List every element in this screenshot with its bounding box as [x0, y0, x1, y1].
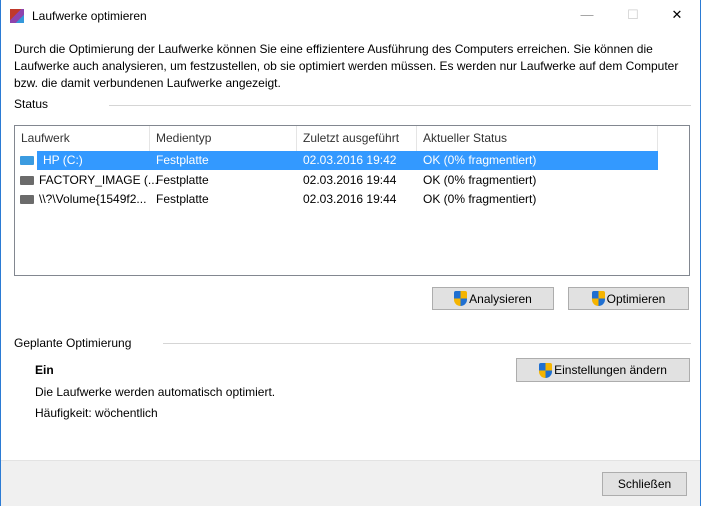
change-settings-button[interactable]: Einstellungen ändern — [516, 358, 690, 382]
drive-status: OK (0% fragmentiert) — [417, 151, 658, 170]
scheduled-section-label: Geplante Optimierung — [14, 336, 132, 350]
drive-name: HP (C:) — [37, 151, 150, 170]
description-text: Durch die Optimierung der Laufwerke könn… — [14, 42, 679, 90]
window-title: Laufwerke optimieren — [32, 9, 147, 23]
footer: Schließen — [1, 460, 700, 506]
last-run: 02.03.2016 19:44 — [303, 192, 397, 206]
schedule-info: Die Laufwerke werden automatisch optimie… — [35, 385, 276, 399]
drive-name: \\?\Volume{1549f2... — [39, 192, 147, 206]
column-header-last-run[interactable]: Zuletzt ausgeführt — [297, 126, 417, 151]
media-type: Festplatte — [156, 192, 209, 206]
defrag-app-icon — [10, 9, 24, 23]
media-type: Festplatte — [156, 172, 209, 187]
maximize-button[interactable]: ☐ — [610, 0, 656, 32]
analyze-button[interactable]: Analysieren — [432, 287, 554, 310]
drive-list[interactable]: Laufwerk Medientyp Zuletzt ausgeführt Ak… — [14, 125, 690, 276]
optimize-drives-window: Laufwerke optimieren — ☐ ✕ Durch die Opt… — [0, 0, 701, 506]
drive-icon — [20, 175, 34, 185]
column-header-drive[interactable]: Laufwerk — [15, 126, 150, 151]
column-header-media-type[interactable]: Medientyp — [150, 126, 297, 151]
column-header-current-status[interactable]: Aktueller Status — [417, 126, 658, 151]
close-window-button[interactable]: ✕ — [654, 0, 700, 32]
drive-icon — [20, 195, 34, 204]
last-run: 02.03.2016 19:42 — [297, 151, 417, 170]
uac-shield-icon — [539, 362, 553, 378]
media-type: Festplatte — [150, 151, 297, 170]
drive-status: OK (0% fragmentiert) — [423, 192, 537, 206]
uac-shield-icon — [591, 291, 605, 306]
table-row[interactable]: \\?\Volume{1549f2... Festplatte 02.03.20… — [15, 190, 658, 209]
uac-shield-icon — [454, 291, 468, 306]
status-section-label: Status — [14, 97, 49, 111]
status-divider — [109, 105, 691, 106]
last-run: 02.03.2016 19:44 — [303, 172, 397, 187]
drive-name: FACTORY_IMAGE (... — [39, 172, 158, 187]
title-bar: Laufwerke optimieren — ☐ ✕ — [1, 0, 700, 32]
schedule-frequency: Häufigkeit: wöchentlich — [35, 406, 158, 420]
drive-status: OK (0% fragmentiert) — [423, 172, 537, 187]
optimize-button[interactable]: Optimieren — [568, 287, 689, 310]
scheduled-divider — [163, 343, 691, 344]
table-row[interactable]: HP (C:) Festplatte 02.03.2016 19:42 OK (… — [15, 151, 658, 170]
schedule-state: Ein — [35, 363, 54, 377]
change-settings-label: Einstellungen ändern — [554, 363, 667, 377]
optimize-label: Optimieren — [606, 291, 666, 306]
table-row[interactable]: FACTORY_IMAGE (... Festplatte 02.03.2016… — [15, 171, 658, 190]
close-button[interactable]: Schließen — [602, 472, 687, 496]
minimize-button[interactable]: — — [564, 0, 610, 32]
analyze-label: Analysieren — [469, 291, 532, 306]
system-drive-icon — [20, 156, 34, 165]
